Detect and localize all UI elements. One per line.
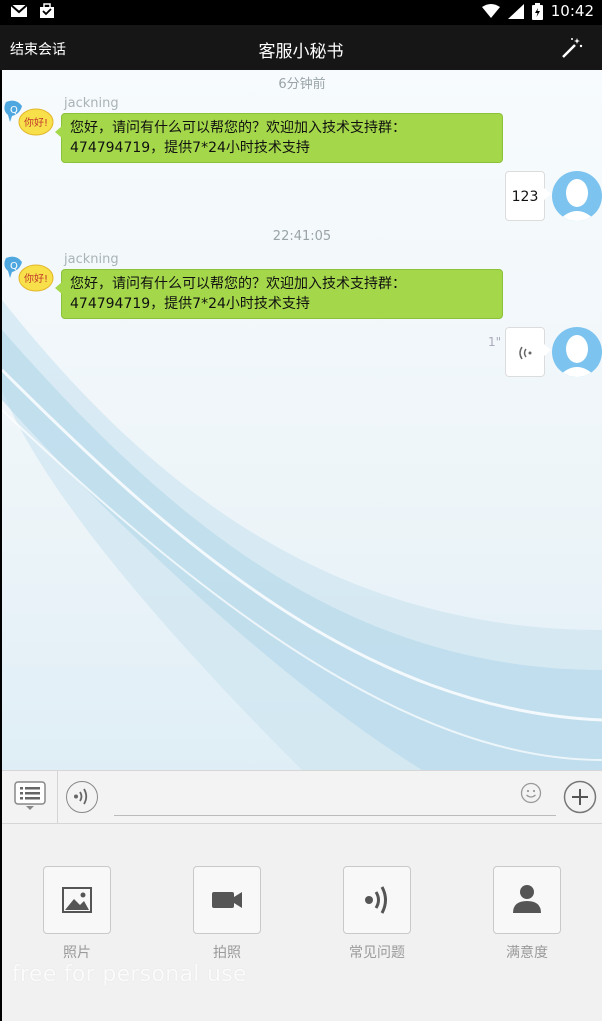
battery-icon (531, 2, 543, 20)
divider (57, 771, 58, 823)
sender-name: jackning (64, 252, 119, 267)
emoji-icon[interactable] (520, 782, 542, 804)
tool-faq-label: 常见问题 (349, 945, 405, 961)
wifi-icon (481, 3, 500, 18)
briefcase-icon (40, 3, 54, 18)
svg-text:你好!: 你好! (24, 272, 48, 285)
page-title: 客服小秘书 (258, 42, 344, 62)
tool-photo-button[interactable] (43, 866, 111, 934)
title-bar: 结束会话 客服小秘书 (0, 25, 602, 70)
svg-text:Q: Q (10, 105, 18, 116)
svg-text:Q: Q (10, 261, 18, 272)
tool-camera-label: 拍照 (213, 945, 241, 961)
bot-avatar[interactable]: Q 你好! (2, 98, 54, 142)
voice-wave-icon (519, 346, 532, 360)
user-avatar[interactable] (552, 171, 602, 221)
video-camera-icon (212, 892, 242, 908)
tool-photo-label: 照片 (63, 945, 91, 961)
clock: 10:42 (550, 2, 594, 20)
input-bar (2, 770, 602, 824)
signal-icon (507, 3, 524, 19)
svg-text:你好!: 你好! (24, 116, 48, 129)
chat-area[interactable]: 6分钟前 Q 你好! jackning 您好，请问有什么可以帮您的？欢迎加入技术… (2, 70, 602, 770)
message-text: 您好，请问有什么可以帮您的？欢迎加入技术支持群： (70, 120, 406, 136)
tool-satisfaction-button[interactable] (493, 866, 561, 934)
voice-wave-icon (365, 886, 387, 914)
incoming-message[interactable]: 您好，请问有什么可以帮您的？欢迎加入技术支持群： 474794719，提供7*2… (55, 269, 503, 319)
message-text: 474794719，提供7*24小时技术支持 (70, 140, 310, 156)
timestamp: 6分钟前 (278, 77, 326, 92)
voice-message[interactable] (505, 327, 551, 377)
magic-wand-icon[interactable] (560, 36, 584, 60)
voice-input-button[interactable] (66, 781, 98, 813)
tools-panel: 照片 拍照 常见问题 满意度 (2, 824, 602, 1021)
person-icon (558, 179, 596, 221)
message-text: 您好，请问有什么可以帮您的？欢迎加入技术支持群： (70, 276, 406, 292)
message-text: 474794719，提供7*24小时技术支持 (70, 296, 310, 312)
outgoing-message[interactable]: 123 (505, 171, 551, 221)
tool-camera-button[interactable] (193, 866, 261, 934)
menu-list-icon[interactable] (14, 781, 46, 811)
status-bar: 10:42 (0, 0, 602, 25)
sender-name: jackning (64, 96, 119, 111)
user-avatar[interactable] (552, 327, 602, 377)
plus-icon[interactable] (563, 780, 597, 814)
bot-avatar[interactable]: Q 你好! (2, 254, 54, 298)
timestamp: 22:41:05 (272, 229, 332, 244)
voice-wave-icon (74, 788, 88, 805)
voice-duration: 1" (488, 335, 502, 349)
message-input[interactable] (114, 781, 556, 816)
incoming-message[interactable]: 您好，请问有什么可以帮您的？欢迎加入技术支持群： 474794719，提供7*2… (55, 113, 503, 163)
person-icon (558, 335, 596, 377)
gmail-icon (10, 4, 28, 17)
tool-faq-button[interactable] (343, 866, 411, 934)
watermark: free for personal use (12, 962, 247, 987)
tool-satisfaction-label: 满意度 (506, 945, 548, 961)
image-icon (62, 887, 92, 913)
person-icon (513, 885, 541, 913)
